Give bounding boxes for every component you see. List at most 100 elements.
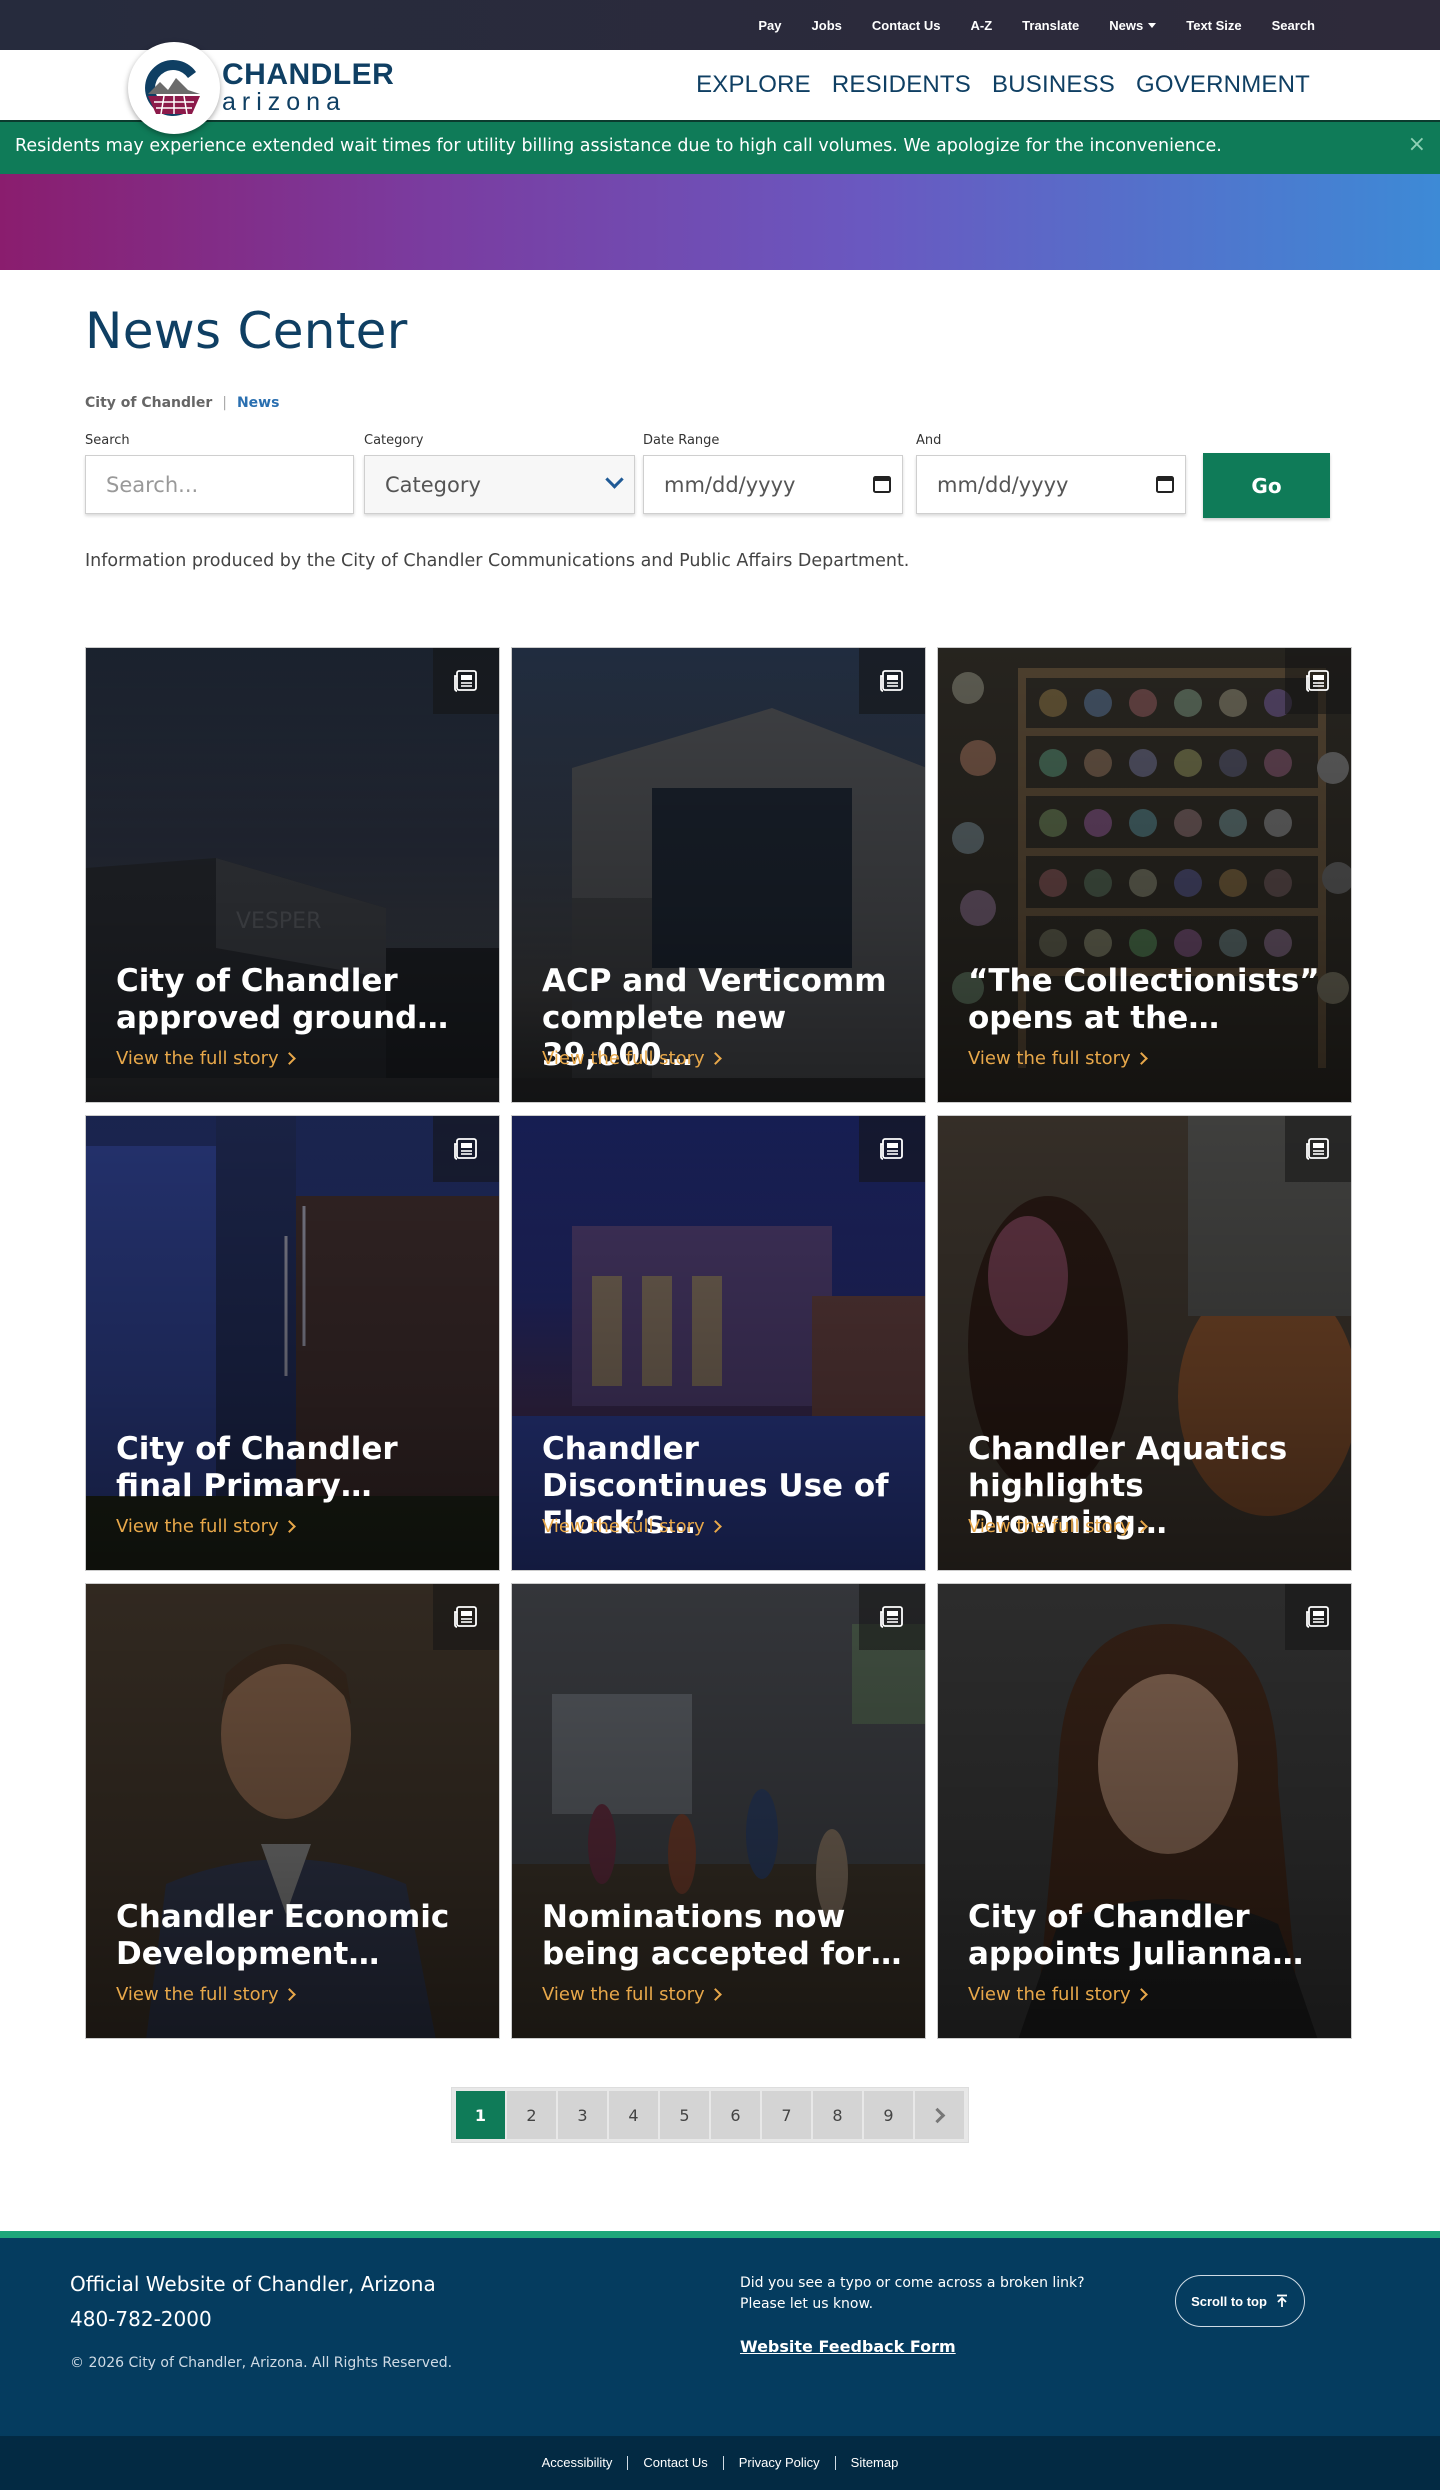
and-label: And <box>916 433 942 448</box>
card-link[interactable]: View the full story <box>968 1516 1148 1537</box>
footer-link-accessibility[interactable]: Accessibility <box>527 2456 629 2470</box>
page-4-button[interactable]: 4 <box>609 2091 658 2139</box>
utility-link-text-size[interactable]: Text Size <box>1186 18 1241 33</box>
card-link[interactable]: View the full story <box>542 1048 722 1069</box>
card-title[interactable]: Chandler Economic Development… <box>116 1899 479 1973</box>
chevron-right-icon <box>282 1520 296 1533</box>
search-placeholder: Search... <box>106 472 199 497</box>
nav-government[interactable]: GOVERNMENT <box>1136 71 1310 99</box>
chevron-right-icon <box>282 1052 296 1065</box>
newspaper-icon <box>1285 1116 1351 1182</box>
news-card[interactable]: Chandler Discontinues Use of Flock’s… Vi… <box>511 1115 926 1571</box>
footer-typo-text: Did you see a typo or come across a brok… <box>740 2275 1085 2312</box>
utility-link-translate[interactable]: Translate <box>1022 18 1079 33</box>
utility-link-a-z[interactable]: A-Z <box>971 18 993 33</box>
scroll-to-top-button[interactable]: Scroll to top <box>1175 2275 1305 2327</box>
news-card[interactable]: VESPER City of Chandler approved ground…… <box>85 647 500 1103</box>
card-link-label: View the full story <box>542 1048 705 1069</box>
category-value: Category <box>385 472 481 497</box>
card-link[interactable]: View the full story <box>116 1984 296 2005</box>
card-link-label: View the full story <box>968 1516 1131 1537</box>
footer-link-sitemap[interactable]: Sitemap <box>836 2456 914 2470</box>
website-feedback-link[interactable]: Website Feedback Form <box>740 2337 956 2356</box>
chevron-right-icon <box>1134 1052 1148 1065</box>
calendar-icon[interactable] <box>1155 474 1175 494</box>
nav-explore[interactable]: EXPLORE <box>696 71 811 99</box>
card-title[interactable]: “The Collectionists” opens at the… <box>968 963 1331 1037</box>
card-link[interactable]: View the full story <box>542 1984 722 2005</box>
newspaper-icon <box>859 648 925 714</box>
go-button[interactable]: Go <box>1203 453 1330 518</box>
scroll-to-top-label: Scroll to top <box>1191 2293 1267 2309</box>
card-title[interactable]: City of Chandler approved ground… <box>116 963 479 1037</box>
breadcrumb-separator: | <box>222 395 227 411</box>
page-3-button[interactable]: 3 <box>558 2091 607 2139</box>
card-link[interactable]: View the full story <box>542 1516 722 1537</box>
card-link-label: View the full story <box>968 1984 1131 2005</box>
news-card[interactable]: “The Collectionists” opens at the… View … <box>937 647 1352 1103</box>
card-title[interactable]: City of Chandler final Primary… <box>116 1431 479 1505</box>
nav-business[interactable]: BUSINESS <box>992 71 1115 99</box>
news-card[interactable]: City of Chandler final Primary… View the… <box>85 1115 500 1571</box>
category-select[interactable]: Category <box>364 455 635 514</box>
card-link-label: View the full story <box>542 1984 705 2005</box>
footer-title: Official Website of Chandler, Arizona <box>70 2272 436 2296</box>
card-link[interactable]: View the full story <box>116 1516 296 1537</box>
footer-stripe <box>0 2231 1440 2238</box>
search-input[interactable]: Search... <box>85 455 354 514</box>
pagination: 1 2 3 4 5 6 7 8 9 <box>451 2087 969 2143</box>
page-5-button[interactable]: 5 <box>660 2091 709 2139</box>
chandler-logo-icon <box>145 59 200 116</box>
page-8-button[interactable]: 8 <box>813 2091 862 2139</box>
breadcrumb-current[interactable]: News <box>237 395 279 411</box>
page-6-button[interactable]: 6 <box>711 2091 760 2139</box>
logo-line-2: arizona <box>222 88 346 116</box>
card-title[interactable]: Nominations now being accepted for… <box>542 1899 905 1973</box>
logo-emblem <box>128 41 220 134</box>
card-link-label: View the full story <box>542 1516 705 1537</box>
page-1-button[interactable]: 1 <box>456 2091 505 2139</box>
newspaper-icon <box>1285 1584 1351 1650</box>
nav-residents[interactable]: RESIDENTS <box>832 71 971 99</box>
news-card[interactable]: ACP and Verticomm complete new 39,000… V… <box>511 647 926 1103</box>
footer-link-privacy-policy[interactable]: Privacy Policy <box>724 2456 836 2470</box>
card-link-label: View the full story <box>116 1516 279 1537</box>
card-link[interactable]: View the full story <box>116 1048 296 1069</box>
close-icon[interactable]: × <box>1408 132 1426 157</box>
footer-copyright: © 2026 City of Chandler, Arizona. All Ri… <box>70 2355 453 2371</box>
news-card[interactable]: Chandler Economic Development… View the … <box>85 1583 500 2039</box>
page-2-button[interactable]: 2 <box>507 2091 556 2139</box>
info-text: Information produced by the City of Chan… <box>85 551 910 571</box>
breadcrumb: City of Chandler | News <box>85 395 279 411</box>
utility-link-contact-us[interactable]: Contact Us <box>872 18 941 33</box>
page-9-button[interactable]: 9 <box>864 2091 913 2139</box>
utility-nav: Pay Jobs Contact Us A-Z Translate News T… <box>758 0 1315 50</box>
utility-link-pay[interactable]: Pay <box>758 18 781 33</box>
page-7-button[interactable]: 7 <box>762 2091 811 2139</box>
breadcrumb-home[interactable]: City of Chandler <box>85 395 212 411</box>
calendar-icon[interactable] <box>872 474 892 494</box>
date-end-input[interactable]: mm/dd/yyyy <box>916 455 1186 514</box>
card-link-label: View the full story <box>116 1048 279 1069</box>
card-title[interactable]: City of Chandler appoints Julianna… <box>968 1899 1331 1973</box>
newspaper-icon <box>1285 648 1351 714</box>
news-card[interactable]: Nominations now being accepted for… View… <box>511 1583 926 2039</box>
page-title: News Center <box>85 302 408 360</box>
date-start-input[interactable]: mm/dd/yyyy <box>643 455 903 514</box>
next-page-button[interactable] <box>915 2091 964 2139</box>
footer-phone[interactable]: 480-782-2000 <box>70 2307 212 2331</box>
newspaper-icon <box>433 1116 499 1182</box>
chevron-down-icon <box>605 470 624 489</box>
card-link-label: View the full story <box>968 1048 1131 1069</box>
utility-link-jobs[interactable]: Jobs <box>812 18 842 33</box>
footer-link-contact-us[interactable]: Contact Us <box>628 2456 724 2470</box>
news-card[interactable]: City of Chandler appoints Julianna… View… <box>937 1583 1352 2039</box>
alert-banner: Residents may experience extended wait t… <box>0 120 1440 174</box>
date-end-placeholder: mm/dd/yyyy <box>937 472 1069 497</box>
logo-line-1: CHANDLER <box>222 58 395 91</box>
utility-link-news[interactable]: News <box>1109 18 1157 33</box>
news-card[interactable]: Chandler Aquatics highlights Drowning… V… <box>937 1115 1352 1571</box>
utility-link-search[interactable]: Search <box>1272 18 1315 33</box>
card-link[interactable]: View the full story <box>968 1048 1148 1069</box>
card-link[interactable]: View the full story <box>968 1984 1148 2005</box>
